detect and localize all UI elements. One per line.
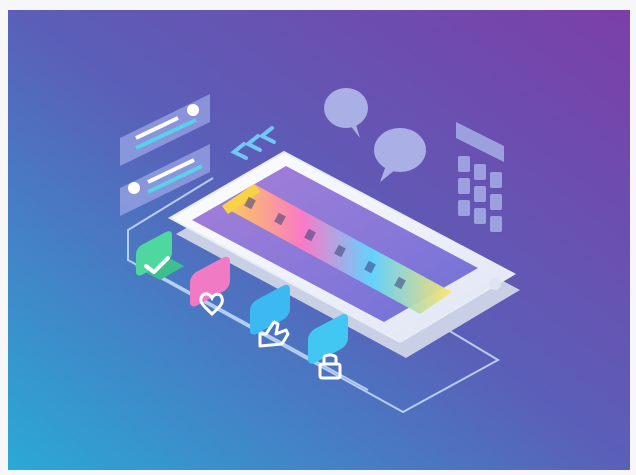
isometric-phone-scene	[8, 10, 630, 470]
home-button	[489, 278, 501, 290]
illustration	[8, 10, 630, 470]
image-frame	[0, 0, 636, 475]
